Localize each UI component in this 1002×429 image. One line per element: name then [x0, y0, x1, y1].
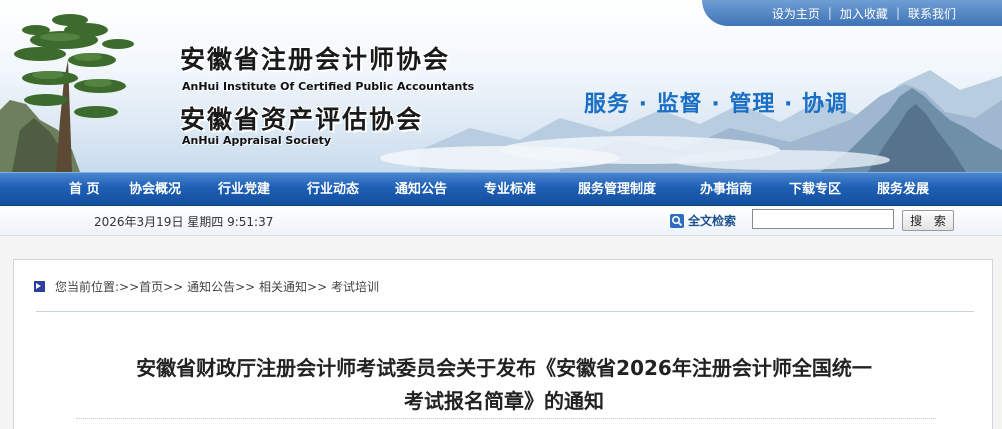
breadcrumb-home[interactable]: >>首页: [119, 278, 163, 295]
header-banner: 设为主页 | 加入收藏 | 联系我们 安徽省注册会计师协会 AnHui Inst…: [0, 0, 1002, 172]
breadcrumb-arrow-icon: [34, 281, 45, 292]
nav-item-party[interactable]: 行业党建: [218, 173, 270, 206]
set-homepage-link[interactable]: 设为主页: [772, 5, 820, 22]
nav-item-about[interactable]: 协会概况: [129, 173, 181, 206]
org-name-cn-primary: 安徽省注册会计师协会: [180, 45, 451, 74]
magnifier-icon: [670, 213, 684, 228]
article-title: 安徽省财政厅注册会计师考试委员会关于发布《安徽省2026年注册会计师全国统一 考…: [54, 352, 954, 418]
nav-item-regulations[interactable]: 服务管理制度: [578, 173, 656, 206]
nav-item-guide[interactable]: 办事指南: [700, 173, 752, 206]
add-favorite-link[interactable]: 加入收藏: [840, 5, 888, 22]
org-name-en-primary: AnHui Institute Of Certified Public Acco…: [182, 80, 475, 93]
breadcrumb-exam-training[interactable]: >> 考试培训: [307, 278, 379, 295]
breadcrumb: 您当前位置: >>首页 >> 通知公告 >> 相关通知 >> 考试培训: [34, 278, 379, 295]
nav-item-notices[interactable]: 通知公告: [395, 173, 447, 206]
breadcrumb-related[interactable]: >> 相关通知: [235, 278, 307, 295]
current-datetime: 2026年3月19日 星期四 9:51:37: [94, 215, 274, 229]
slogan: 服务 · 监督 · 管理 · 协调: [584, 92, 849, 117]
article-title-line-1: 安徽省财政厅注册会计师考试委员会关于发布《安徽省2026年注册会计师全国统一: [136, 356, 872, 380]
nav-item-home[interactable]: 首 页: [69, 173, 100, 206]
breadcrumb-divider: [36, 311, 974, 312]
fulltext-search-label: 全文检索: [688, 214, 737, 228]
org-name-cn-secondary: 安徽省资产评估协会: [180, 105, 424, 134]
nav-item-news[interactable]: 行业动态: [307, 173, 359, 206]
contact-us-link[interactable]: 联系我们: [908, 5, 956, 22]
fulltext-search-link[interactable]: 全文检索: [670, 212, 736, 229]
top-links-separator: |: [895, 6, 900, 20]
breadcrumb-prefix: 您当前位置:: [55, 280, 120, 294]
title-divider: [76, 418, 936, 419]
search-input[interactable]: [752, 209, 894, 229]
info-search-strip: 2026年3月19日 星期四 9:51:37 全文检索 搜 索: [0, 206, 1002, 236]
search-button[interactable]: 搜 索: [902, 210, 954, 231]
nav-item-downloads[interactable]: 下载专区: [789, 173, 841, 206]
breadcrumb-notices[interactable]: >> 通知公告: [163, 278, 235, 295]
main-nav: 首 页 协会概况 行业党建 行业动态 通知公告 专业标准 服务管理制度 办事指南…: [0, 172, 1002, 206]
org-name-en-secondary: AnHui Appraisal Society: [182, 134, 332, 147]
nav-item-standards[interactable]: 专业标准: [484, 173, 536, 206]
top-links-bar: 设为主页 | 加入收藏 | 联系我们: [702, 0, 1002, 26]
article-title-line-2: 考试报名简章》的通知: [404, 389, 604, 413]
top-links-separator: |: [827, 6, 832, 20]
nav-item-services[interactable]: 服务发展: [877, 173, 929, 206]
content-panel: 您当前位置: >>首页 >> 通知公告 >> 相关通知 >> 考试培训 安徽省财…: [13, 259, 993, 429]
